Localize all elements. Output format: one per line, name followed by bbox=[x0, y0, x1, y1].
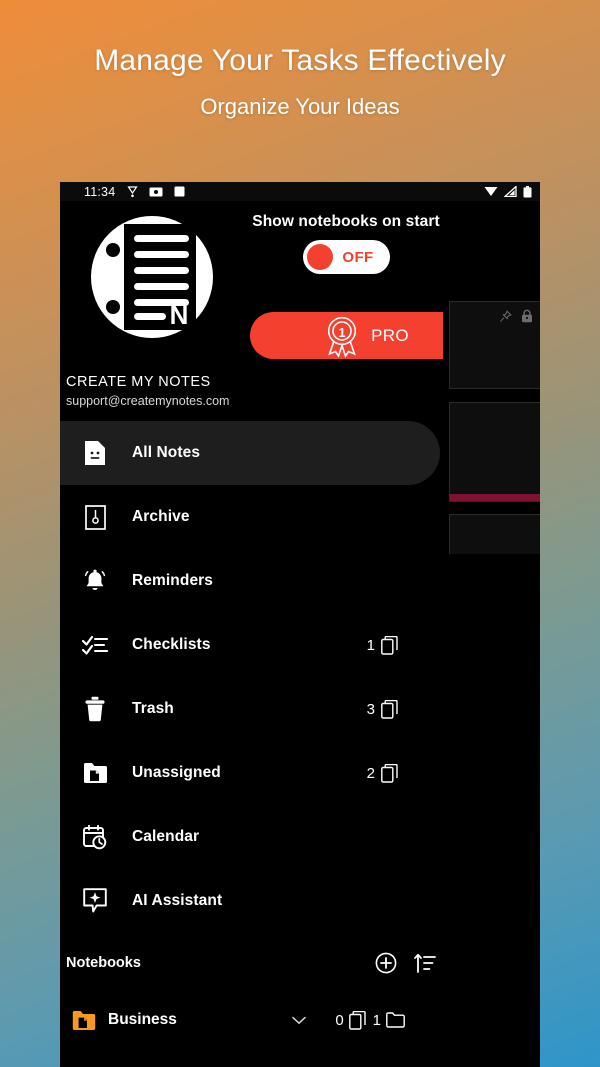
notes-count-icon bbox=[348, 1010, 366, 1030]
download-icon bbox=[484, 187, 498, 196]
notes-count-icon bbox=[381, 699, 398, 719]
sidebar-item-label: All Notes bbox=[132, 444, 201, 461]
trash-icon bbox=[82, 696, 108, 722]
sidebar-item-unassigned[interactable]: Unassigned 2 bbox=[60, 741, 443, 805]
promo-header: Manage Your Tasks Effectively Organize Y… bbox=[0, 0, 600, 120]
note-icon bbox=[82, 440, 108, 466]
square-icon bbox=[174, 186, 185, 197]
status-bar-left-icons bbox=[127, 185, 185, 198]
sidebar-item-trash[interactable]: Trash 3 bbox=[60, 677, 443, 741]
account-name: CREATE MY NOTES bbox=[66, 374, 211, 390]
drawer-header-controls: Show notebooks on start OFF 1 PRO bbox=[250, 213, 443, 359]
toggle-state-label: OFF bbox=[342, 248, 374, 266]
drawer-nav-list: All Notes Archive Reminders Checklists 1… bbox=[60, 421, 443, 933]
notes-count-icon bbox=[381, 763, 398, 783]
show-notebooks-toggle[interactable]: OFF bbox=[302, 240, 390, 274]
location-icon bbox=[127, 185, 138, 197]
sidebar-item-ai-assistant[interactable]: AI Assistant bbox=[60, 869, 443, 933]
calendar-icon bbox=[82, 824, 108, 850]
notebook-notes-count: 0 bbox=[335, 1010, 366, 1030]
sidebar-item-all-notes[interactable]: All Notes bbox=[60, 421, 440, 485]
sidebar-item-label: Calendar bbox=[132, 828, 200, 845]
sparkle-icon bbox=[82, 888, 108, 914]
folder-doc-icon bbox=[82, 762, 108, 784]
account-block[interactable]: CREATE MY NOTES support@createmynotes.co… bbox=[60, 374, 443, 408]
sidebar-item-checklists[interactable]: Checklists 1 bbox=[60, 613, 443, 677]
promo-screenshot-stage: Manage Your Tasks Effectively Organize Y… bbox=[0, 0, 600, 1067]
account-email: support@createmynotes.com bbox=[66, 394, 230, 408]
add-circle-icon[interactable] bbox=[375, 952, 397, 974]
pin-icon bbox=[500, 310, 512, 322]
sidebar-item-label: AI Assistant bbox=[132, 892, 223, 909]
notes-count-value: 0 bbox=[335, 1011, 344, 1029]
notes-count-icon bbox=[381, 635, 398, 655]
bell-icon bbox=[82, 569, 108, 594]
phone-screen: 11:34 N Show notebooks on start OFF 1 PR… bbox=[60, 182, 540, 1067]
note-card-accent-bar bbox=[450, 494, 540, 501]
notebook-folder-icon bbox=[72, 1010, 96, 1030]
show-notebooks-label: Show notebooks on start bbox=[252, 213, 440, 230]
notebook-meta: 0 1 bbox=[292, 1010, 443, 1030]
sidebar-item-label: Trash bbox=[132, 700, 174, 717]
promo-title: Manage Your Tasks Effectively bbox=[94, 44, 506, 77]
notebooks-section-header: Notebooks bbox=[60, 933, 443, 993]
notebooks-tools bbox=[375, 952, 443, 974]
note-card[interactable] bbox=[449, 402, 540, 502]
sidebar-item-reminders[interactable]: Reminders bbox=[60, 549, 443, 613]
sidebar-item-label: Checklists bbox=[132, 636, 211, 653]
sidebar-item-archive[interactable]: Archive bbox=[60, 485, 443, 549]
signal-icon bbox=[504, 186, 517, 197]
pro-upgrade-button[interactable]: 1 PRO bbox=[250, 312, 443, 359]
sidebar-item-calendar[interactable]: Calendar bbox=[60, 805, 443, 869]
note-card-icons bbox=[499, 309, 533, 323]
folder-count-icon bbox=[386, 1012, 405, 1028]
notebooks-title: Notebooks bbox=[66, 955, 141, 971]
app-logo-icon: N bbox=[91, 216, 213, 338]
status-bar-right-icons bbox=[484, 185, 532, 198]
chevron-down-icon[interactable] bbox=[292, 1016, 307, 1025]
sort-icon[interactable] bbox=[414, 953, 436, 974]
sidebar-item-label: Reminders bbox=[132, 572, 214, 589]
folders-count-value: 1 bbox=[372, 1011, 381, 1029]
app-logo-letter: N bbox=[170, 300, 189, 330]
sidebar-item-count: 3 bbox=[366, 699, 443, 719]
drawer-header: N Show notebooks on start OFF 1 PRO bbox=[60, 201, 443, 374]
battery-icon bbox=[523, 185, 532, 197]
archive-icon bbox=[82, 504, 108, 530]
toggle-knob bbox=[306, 244, 333, 270]
count-value: 3 bbox=[366, 700, 375, 718]
sidebar-item-count: 2 bbox=[366, 763, 443, 783]
promo-subtitle: Organize Your Ideas bbox=[200, 94, 400, 119]
pro-label: PRO bbox=[371, 325, 409, 345]
status-bar: 11:34 bbox=[60, 182, 540, 201]
notebook-folders-count: 1 bbox=[373, 1012, 405, 1029]
camera-icon bbox=[149, 187, 163, 197]
notebook-row-business[interactable]: Business 0 1 bbox=[60, 993, 443, 1047]
status-bar-clock: 11:34 bbox=[84, 184, 116, 199]
note-card[interactable] bbox=[449, 301, 540, 389]
notebook-name: Business bbox=[108, 1011, 177, 1028]
sidebar-item-count: 1 bbox=[366, 635, 443, 655]
checklist-icon bbox=[82, 635, 108, 655]
count-value: 1 bbox=[366, 636, 375, 654]
sidebar-item-label: Unassigned bbox=[132, 764, 221, 781]
award-ribbon-icon: 1 bbox=[328, 316, 357, 358]
sidebar-item-label: Archive bbox=[132, 508, 190, 525]
pro-badge-number: 1 bbox=[339, 325, 346, 340]
count-value: 2 bbox=[366, 764, 375, 782]
navigation-drawer: N Show notebooks on start OFF 1 PRO CREA… bbox=[60, 201, 443, 1067]
lock-icon bbox=[522, 309, 532, 323]
